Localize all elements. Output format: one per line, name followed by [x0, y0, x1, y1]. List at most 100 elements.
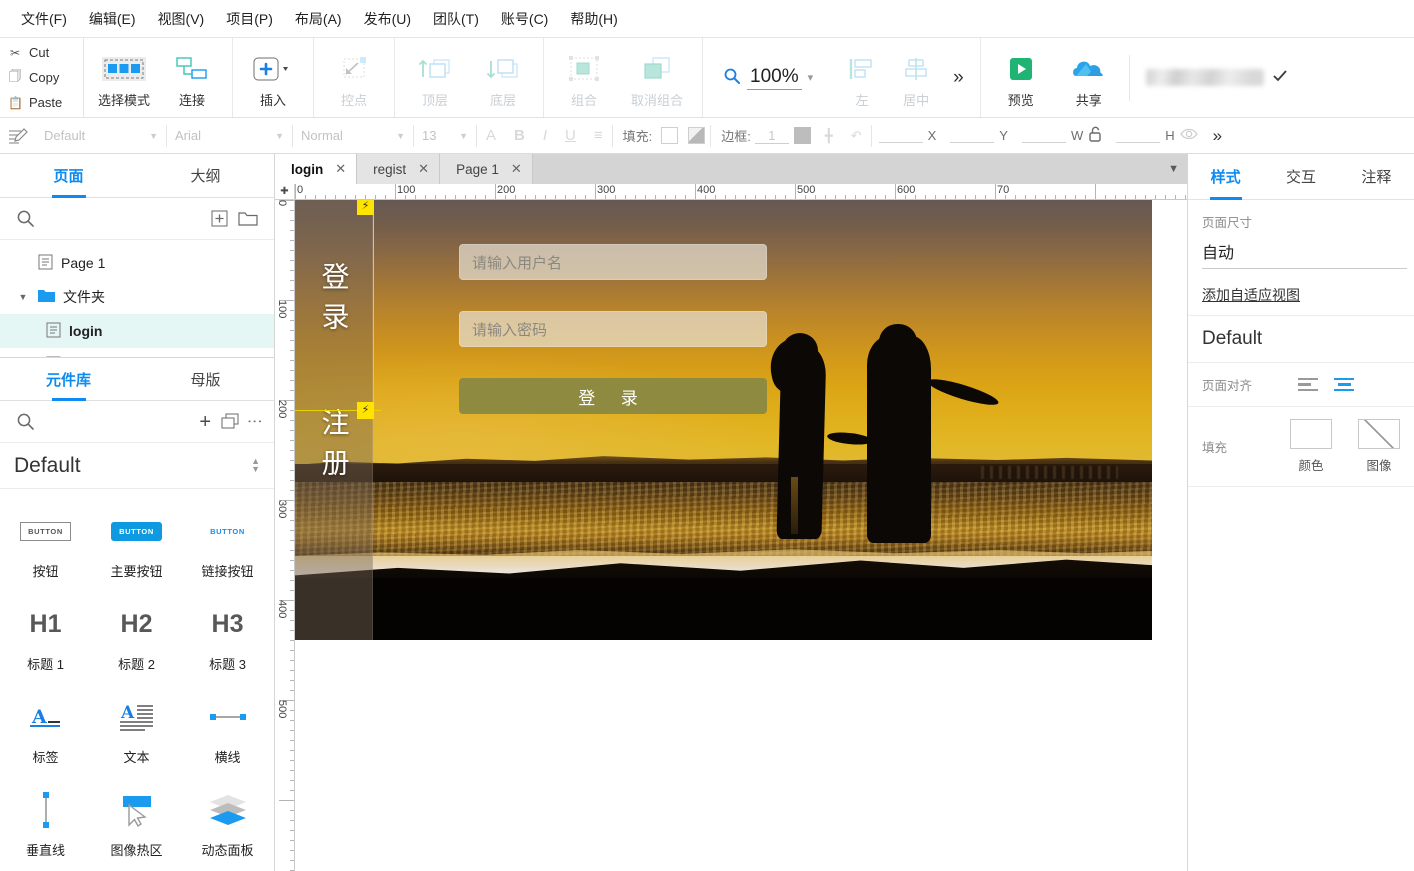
- preview-button[interactable]: 预览: [987, 47, 1055, 109]
- x-field[interactable]: X: [872, 128, 944, 143]
- y-field[interactable]: Y: [943, 128, 1015, 143]
- h-input[interactable]: [1116, 129, 1161, 143]
- handle-button[interactable]: 控点: [320, 47, 388, 109]
- fill-color-button[interactable]: 颜色: [1290, 419, 1332, 474]
- bold-icon[interactable]: B: [505, 127, 534, 144]
- menu-layout[interactable]: 布局(A): [284, 5, 353, 33]
- side-login-text[interactable]: 登录: [314, 262, 354, 342]
- format-overflow-button[interactable]: »: [1205, 126, 1230, 146]
- bring-to-front-button[interactable]: 顶层: [401, 47, 469, 109]
- widget-label-item[interactable]: A 标签: [0, 685, 91, 778]
- y-input[interactable]: [950, 129, 995, 143]
- add-page-icon[interactable]: [211, 210, 228, 227]
- tree-item-login[interactable]: login: [0, 314, 274, 348]
- ruler-origin-icon[interactable]: ✚: [275, 184, 295, 200]
- font-size-select[interactable]: 13 ▼: [414, 118, 476, 153]
- menu-account[interactable]: 账号(C): [490, 5, 559, 33]
- zoom-control[interactable]: 100% ▾: [703, 38, 829, 117]
- w-input[interactable]: [1021, 129, 1066, 143]
- canvas-tab-login[interactable]: login ✕: [275, 154, 358, 184]
- duplicate-icon[interactable]: [221, 413, 240, 430]
- tab-masters[interactable]: 母版: [137, 358, 274, 400]
- widget-primary-button[interactable]: BUTTON 主要按钮: [91, 499, 182, 592]
- close-icon[interactable]: ✕: [511, 161, 522, 177]
- tab-outline[interactable]: 大纲: [137, 154, 274, 197]
- tree-item-page1[interactable]: Page 1: [0, 246, 274, 280]
- align-center-button[interactable]: 居中: [889, 47, 943, 109]
- italic-icon[interactable]: I: [534, 127, 556, 144]
- paste-button[interactable]: 📋 Paste: [8, 91, 83, 115]
- widget-hline[interactable]: 横线: [182, 685, 273, 778]
- username-input[interactable]: 请输入用户名: [459, 244, 767, 280]
- widget-button[interactable]: BUTTON 按钮: [0, 499, 91, 592]
- page-size-value[interactable]: 自动: [1202, 239, 1407, 269]
- design-canvas[interactable]: 登录 注册 请输入用户名 请输入密码 登 录 ⚡ ⚡: [295, 200, 1187, 871]
- side-regist-text[interactable]: 注册: [314, 408, 354, 488]
- menu-edit[interactable]: 编辑(E): [78, 5, 147, 33]
- add-adaptive-view-link[interactable]: 添加自适应视图: [1202, 285, 1300, 305]
- widget-heading3[interactable]: H3 标题 3: [182, 592, 273, 685]
- widget-image-hotspot[interactable]: 图像热区: [91, 778, 182, 871]
- toolbar-overflow-button[interactable]: »: [943, 67, 974, 89]
- tab-pages[interactable]: 页面: [0, 154, 137, 197]
- fill-color-swatch[interactable]: [661, 127, 679, 144]
- select-mode-button[interactable]: 选择模式: [90, 47, 158, 109]
- password-input[interactable]: 请输入密码: [459, 311, 767, 347]
- widget-link-button[interactable]: BUTTON 链接按钮: [182, 499, 273, 592]
- interaction-marker-top[interactable]: ⚡: [357, 200, 374, 215]
- menu-file[interactable]: 文件(F): [10, 5, 78, 33]
- style-select[interactable]: Default ▼: [36, 118, 166, 153]
- align-left-icon[interactable]: [1298, 377, 1318, 392]
- widget-text[interactable]: A 文本: [91, 685, 182, 778]
- chevron-down-icon[interactable]: ▾: [808, 71, 814, 84]
- menu-team[interactable]: 团队(T): [422, 5, 490, 33]
- interaction-marker-bottom[interactable]: ⚡: [357, 402, 374, 419]
- menu-view[interactable]: 视图(V): [147, 5, 216, 33]
- close-icon[interactable]: ✕: [335, 161, 346, 177]
- align-center-icon[interactable]: [1334, 377, 1354, 392]
- search-icon[interactable]: [16, 209, 35, 228]
- more-options-icon[interactable]: ⋮: [246, 414, 263, 429]
- fill-gradient-swatch[interactable]: [688, 127, 706, 144]
- underline-icon[interactable]: U: [556, 127, 585, 144]
- font-family-select[interactable]: Arial ▼: [167, 118, 292, 153]
- library-header[interactable]: Default ▲ ▼: [0, 443, 274, 489]
- border-style-icon[interactable]: ╋: [816, 128, 842, 144]
- font-color-icon[interactable]: A: [477, 127, 505, 144]
- canvas-tab-regist[interactable]: regist ✕: [357, 154, 441, 184]
- copy-button[interactable]: 🗍 Copy: [8, 66, 83, 90]
- border-arrow-icon[interactable]: ↶: [842, 128, 871, 144]
- eye-visibility-icon[interactable]: [1179, 127, 1198, 144]
- border-width-input[interactable]: 1: [754, 128, 789, 144]
- add-folder-icon[interactable]: [238, 210, 258, 227]
- connect-button[interactable]: 连接: [158, 47, 226, 109]
- widget-heading1[interactable]: H1 标题 1: [0, 592, 91, 685]
- cut-button[interactable]: ✂ Cut: [8, 41, 83, 65]
- vertical-ruler[interactable]: 0 100 200 300 400 500: [275, 200, 295, 871]
- group-button[interactable]: 组合: [550, 47, 618, 109]
- side-nav-strip[interactable]: 登录 注册: [295, 200, 373, 640]
- widget-heading2[interactable]: H2 标题 2: [91, 592, 182, 685]
- bullet-list-icon[interactable]: ≡: [585, 127, 612, 144]
- border-color-swatch[interactable]: [793, 127, 811, 144]
- twisty-expanded-icon[interactable]: ▼: [16, 292, 30, 302]
- x-input[interactable]: [878, 129, 923, 143]
- widget-dynamic-panel[interactable]: 动态面板: [182, 778, 273, 871]
- library-spinner-icon[interactable]: ▲ ▼: [251, 457, 260, 474]
- share-button[interactable]: 共享: [1055, 47, 1123, 109]
- tree-item-regist[interactable]: regist: [0, 348, 274, 357]
- widget-vline[interactable]: 垂直线: [0, 778, 91, 871]
- tab-style[interactable]: 样式: [1188, 154, 1263, 199]
- tab-interactions[interactable]: 交互: [1263, 154, 1338, 199]
- menu-project[interactable]: 项目(P): [215, 5, 284, 33]
- account-menu[interactable]: [1130, 38, 1300, 117]
- tab-notes[interactable]: 注释: [1339, 154, 1414, 199]
- zoom-value[interactable]: 100%: [747, 66, 802, 90]
- login-submit-button[interactable]: 登 录: [459, 378, 767, 414]
- search-icon[interactable]: [16, 412, 35, 431]
- tree-item-folder[interactable]: ▼ 文件夹: [0, 280, 274, 314]
- add-library-icon[interactable]: +: [199, 412, 211, 432]
- unlock-icon[interactable]: [1088, 126, 1102, 145]
- insert-button[interactable]: 插入: [239, 47, 307, 109]
- send-to-back-button[interactable]: 底层: [469, 47, 537, 109]
